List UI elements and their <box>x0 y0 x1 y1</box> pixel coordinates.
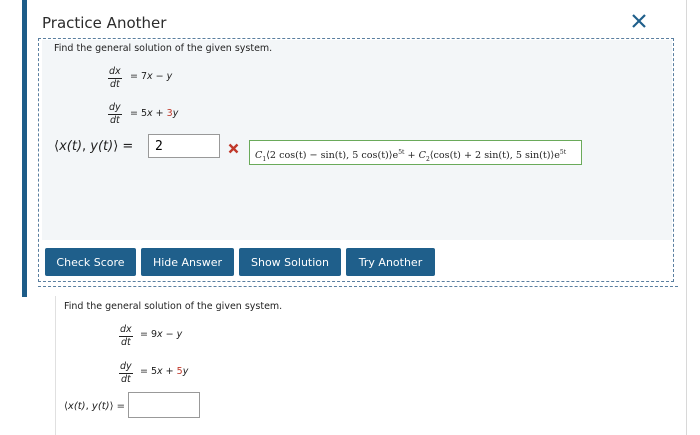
fraction-numerator: dx <box>119 324 133 337</box>
derivative-dx-dt: dx dt <box>119 324 133 349</box>
var-y: y <box>176 329 183 340</box>
rhs-coef: = 5 <box>140 366 158 377</box>
section-divider <box>38 286 678 287</box>
fraction-denominator: dt <box>120 337 131 348</box>
wrong-x-icon <box>228 143 239 154</box>
vector-term-2: ⟨cos(t) + 2 sin(t), 5 sin(t)⟩e <box>429 150 560 162</box>
vector-label: ⟨x(t), y(t)⟩ = <box>54 139 133 154</box>
try-another-button[interactable]: Try Another <box>346 248 435 276</box>
panel-left-accent <box>22 0 27 297</box>
var-y: y <box>182 366 189 377</box>
close-icon[interactable] <box>630 12 648 30</box>
fraction-numerator: dx <box>108 66 122 79</box>
vector-term-1: ⟨2 cos(t) − sin(t), 5 cos(t)⟩e <box>266 150 399 162</box>
problem-prompt: Find the general solution of the given s… <box>54 43 273 54</box>
derivative-dy-dt: dy dt <box>108 102 122 127</box>
fraction-denominator: dt <box>109 79 120 90</box>
angle-close-equals: ⟩ = <box>109 401 126 412</box>
answer-input[interactable] <box>128 392 200 418</box>
plus-sign: + <box>152 108 167 119</box>
fraction-denominator: dt <box>120 374 131 385</box>
x-of-t: x(t) <box>59 139 83 154</box>
y-of-t: y(t) <box>91 401 110 412</box>
correct-answer-box: C1⟨2 cos(t) − sin(t), 5 cos(t)⟩e5t + C2⟨… <box>249 140 582 165</box>
fraction-denominator: dt <box>109 115 120 126</box>
show-solution-button[interactable]: Show Solution <box>239 248 341 276</box>
hide-answer-button[interactable]: Hide Answer <box>141 248 234 276</box>
derivative-dy-dt: dy dt <box>119 361 133 386</box>
rhs-coef: = 5 <box>130 108 148 119</box>
plus-sign: + <box>162 366 177 377</box>
plus-sign: + <box>404 150 419 162</box>
fraction-numerator: dy <box>108 102 122 115</box>
var-y: y <box>166 71 173 82</box>
exponent-2: 5t <box>559 149 567 156</box>
check-score-button[interactable]: Check Score <box>45 248 136 276</box>
vector-label: ⟨x(t), y(t)⟩ = <box>64 401 125 412</box>
x-of-t: x(t) <box>67 401 86 412</box>
equation-2-rhs: = 5x + 5y <box>140 366 188 377</box>
problem-2-left-border <box>55 296 56 435</box>
constant-c2: C <box>418 150 426 162</box>
var-y: y <box>172 108 179 119</box>
equation-1-rhs: = 7x − y <box>130 71 172 82</box>
angle-close-equals: ⟩ = <box>113 139 134 154</box>
problem-2-prompt: Find the general solution of the given s… <box>64 301 283 312</box>
y-of-t: y(t) <box>90 139 114 154</box>
derivative-dx-dt: dx dt <box>108 66 122 91</box>
equation-1-rhs: = 9x − y <box>140 329 182 340</box>
minus-sign: − <box>152 71 167 82</box>
practice-another-title[interactable]: Practice Another <box>42 14 166 32</box>
answer-input[interactable] <box>148 134 220 158</box>
fraction-numerator: dy <box>119 361 133 374</box>
rhs-coef: = 7 <box>130 71 148 82</box>
rhs-coef: = 9 <box>140 329 158 340</box>
minus-sign: − <box>162 329 177 340</box>
page-right-border <box>686 0 687 435</box>
equation-2-rhs: = 5x + 3y <box>130 108 178 119</box>
